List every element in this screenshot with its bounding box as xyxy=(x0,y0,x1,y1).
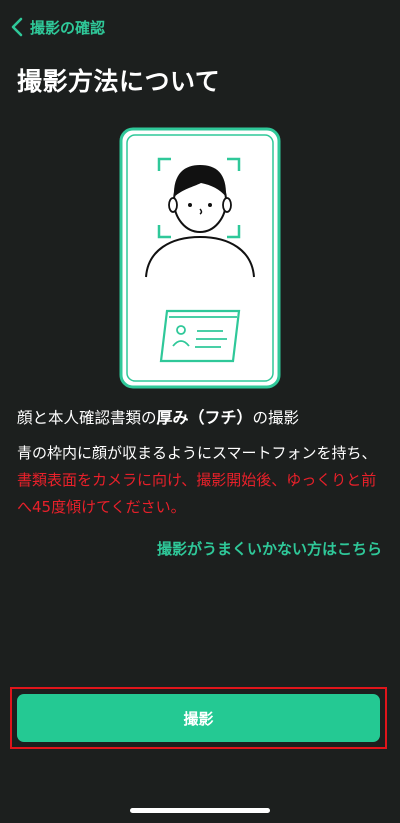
capture-description: 顔と本人確認書類の厚み（フチ）の撮影 xyxy=(17,404,387,428)
help-link[interactable]: 撮影がうまくいかない方はこちら xyxy=(157,538,382,559)
chevron-left-icon xyxy=(11,17,23,37)
home-indicator xyxy=(130,808,270,813)
back-label: 撮影の確認 xyxy=(30,18,106,37)
phone-selfie-illustration xyxy=(119,127,281,389)
capture-button[interactable]: 撮影 xyxy=(17,694,380,742)
page-title: 撮影方法について xyxy=(17,67,221,96)
description-text-end: の撮影 xyxy=(252,409,300,427)
capture-button-highlight: 撮影 xyxy=(10,687,387,749)
back-button[interactable]: 撮影の確認 xyxy=(8,16,105,38)
capture-instructions: 青の枠内に顔が収まるようにスマートフォンを持ち、書類表面をカメラに向け、撮影開始… xyxy=(17,440,387,521)
description-text: 顔と本人確認書類の xyxy=(17,409,157,427)
header-bar: 撮影の確認 xyxy=(0,8,400,46)
instructions-text: 青の枠内に顔が収まるようにスマートフォンを持ち、 xyxy=(17,444,377,462)
description-emphasis: 厚み（フチ） xyxy=(156,408,253,427)
instructions-warning: 書類表面をカメラに向け、撮影開始後、ゆっくりと前へ45度傾けてください。 xyxy=(17,471,377,516)
